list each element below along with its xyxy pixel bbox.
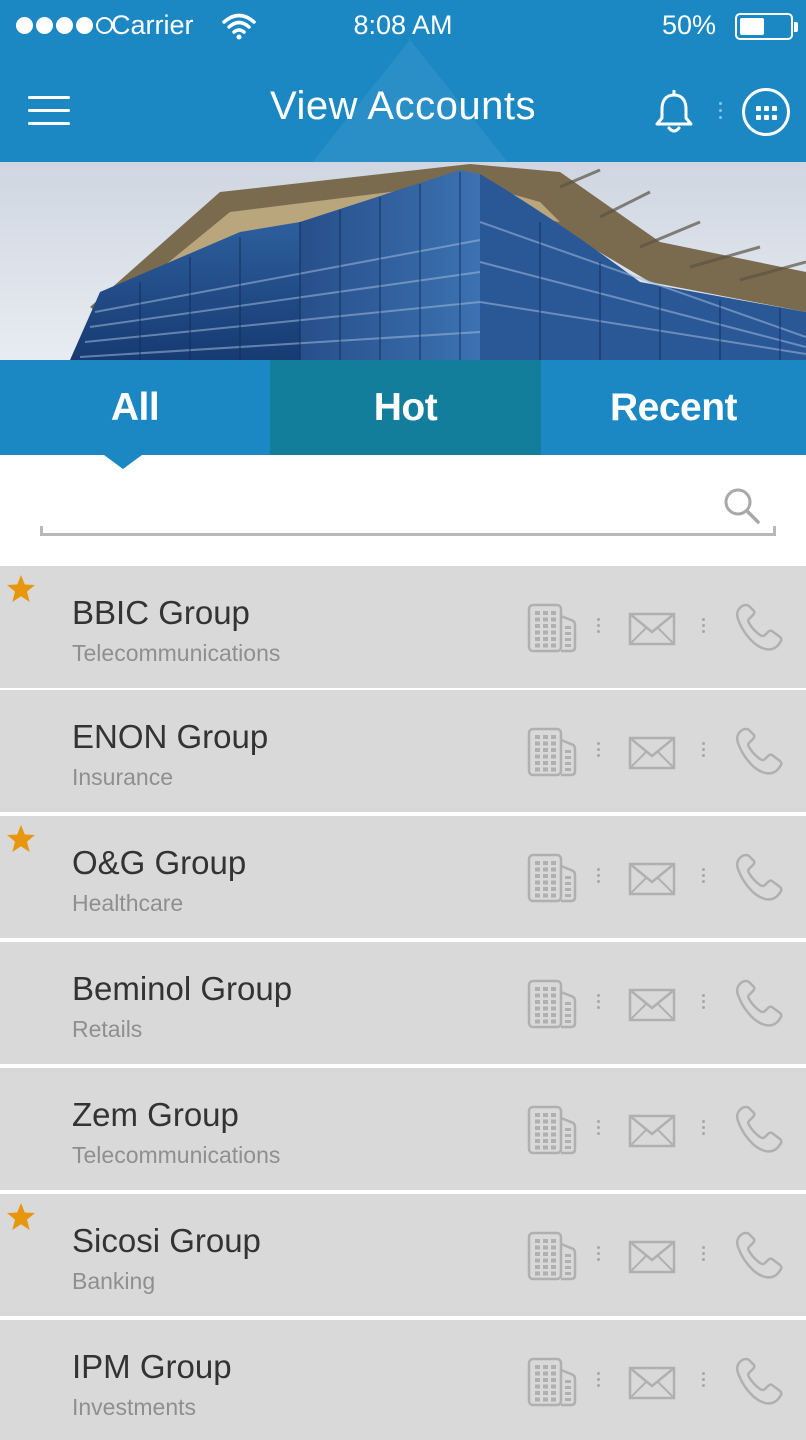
action-divider <box>702 742 706 760</box>
action-divider <box>597 1246 601 1264</box>
mail-icon[interactable] <box>628 1366 676 1400</box>
building-photo <box>0 162 806 360</box>
account-name: O&G Group <box>72 844 247 881</box>
building-icon[interactable] <box>526 1104 578 1156</box>
selected-tab-indicator <box>104 455 142 469</box>
phone-icon[interactable] <box>734 602 784 652</box>
battery-icon <box>735 13 798 40</box>
banner-image <box>0 162 806 360</box>
account-name: Beminol Group <box>72 970 293 1007</box>
action-divider <box>597 618 601 636</box>
action-divider <box>702 1120 706 1138</box>
tab-recent[interactable]: Recent <box>541 360 806 455</box>
tab-hot[interactable]: Hot <box>270 360 541 455</box>
search-field[interactable] <box>40 480 776 536</box>
action-divider <box>597 742 601 760</box>
action-divider <box>702 994 706 1012</box>
status-bar: Carrier 8:08 AM 50% <box>0 0 806 54</box>
bell-icon[interactable] <box>652 90 696 136</box>
account-row[interactable]: Zem Group Telecommunications <box>0 1068 806 1190</box>
account-row[interactable]: BBIC Group Telecommunications <box>0 566 806 688</box>
account-row[interactable]: Sicosi Group Banking <box>0 1194 806 1316</box>
account-name: Sicosi Group <box>72 1222 261 1259</box>
mail-icon[interactable] <box>628 988 676 1022</box>
action-divider <box>702 868 706 886</box>
account-row[interactable]: ENON Group Insurance <box>0 690 806 812</box>
mail-icon[interactable] <box>628 1240 676 1274</box>
account-category: Retails <box>72 1016 143 1042</box>
search-icon[interactable] <box>722 486 762 526</box>
phone-icon[interactable] <box>734 1356 784 1406</box>
account-category: Investments <box>72 1394 196 1420</box>
apps-grid-icon <box>756 106 778 120</box>
mail-icon[interactable] <box>628 1114 676 1148</box>
search-input[interactable] <box>44 484 704 528</box>
battery-percent: 50% <box>662 10 717 40</box>
apps-grid-button[interactable] <box>742 88 790 136</box>
phone-icon[interactable] <box>734 726 784 776</box>
search-underline <box>40 533 776 536</box>
action-divider <box>597 1372 601 1390</box>
building-icon[interactable] <box>526 1356 578 1408</box>
building-icon[interactable] <box>526 1230 578 1282</box>
building-icon[interactable] <box>526 726 578 778</box>
building-icon[interactable] <box>526 978 578 1030</box>
phone-icon[interactable] <box>734 852 784 902</box>
action-divider <box>702 1372 706 1390</box>
building-icon[interactable] <box>526 602 578 654</box>
account-category: Telecommunications <box>72 1142 281 1168</box>
account-name: Zem Group <box>72 1096 239 1133</box>
account-category: Banking <box>72 1268 156 1294</box>
action-divider <box>597 994 601 1012</box>
action-divider <box>597 868 601 886</box>
account-category: Telecommunications <box>72 640 281 666</box>
account-category: Insurance <box>72 764 174 790</box>
account-filter-tabs: All Hot Recent <box>0 360 806 455</box>
account-name: IPM Group <box>72 1348 232 1385</box>
account-category: Healthcare <box>72 890 184 916</box>
star-icon[interactable] <box>6 1202 36 1232</box>
action-divider <box>597 1120 601 1138</box>
header-divider <box>719 98 723 128</box>
building-icon[interactable] <box>526 852 578 904</box>
phone-icon[interactable] <box>734 1104 784 1154</box>
account-name: ENON Group <box>72 718 269 755</box>
account-row[interactable]: Beminol Group Retails <box>0 942 806 1064</box>
phone-icon[interactable] <box>734 978 784 1028</box>
phone-icon[interactable] <box>734 1230 784 1280</box>
app-header: Carrier 8:08 AM 50% View Accounts <box>0 0 806 162</box>
mail-icon[interactable] <box>628 862 676 896</box>
star-icon[interactable] <box>6 574 36 604</box>
account-name: BBIC Group <box>72 594 250 631</box>
account-row[interactable]: IPM Group Investments <box>0 1320 806 1440</box>
mail-icon[interactable] <box>628 736 676 770</box>
action-divider <box>702 1246 706 1264</box>
tab-all[interactable]: All <box>0 360 270 455</box>
account-row[interactable]: O&G Group Healthcare <box>0 816 806 938</box>
mail-icon[interactable] <box>628 612 676 646</box>
star-icon[interactable] <box>6 824 36 854</box>
action-divider <box>702 618 706 636</box>
battery-level-fill <box>740 18 764 35</box>
